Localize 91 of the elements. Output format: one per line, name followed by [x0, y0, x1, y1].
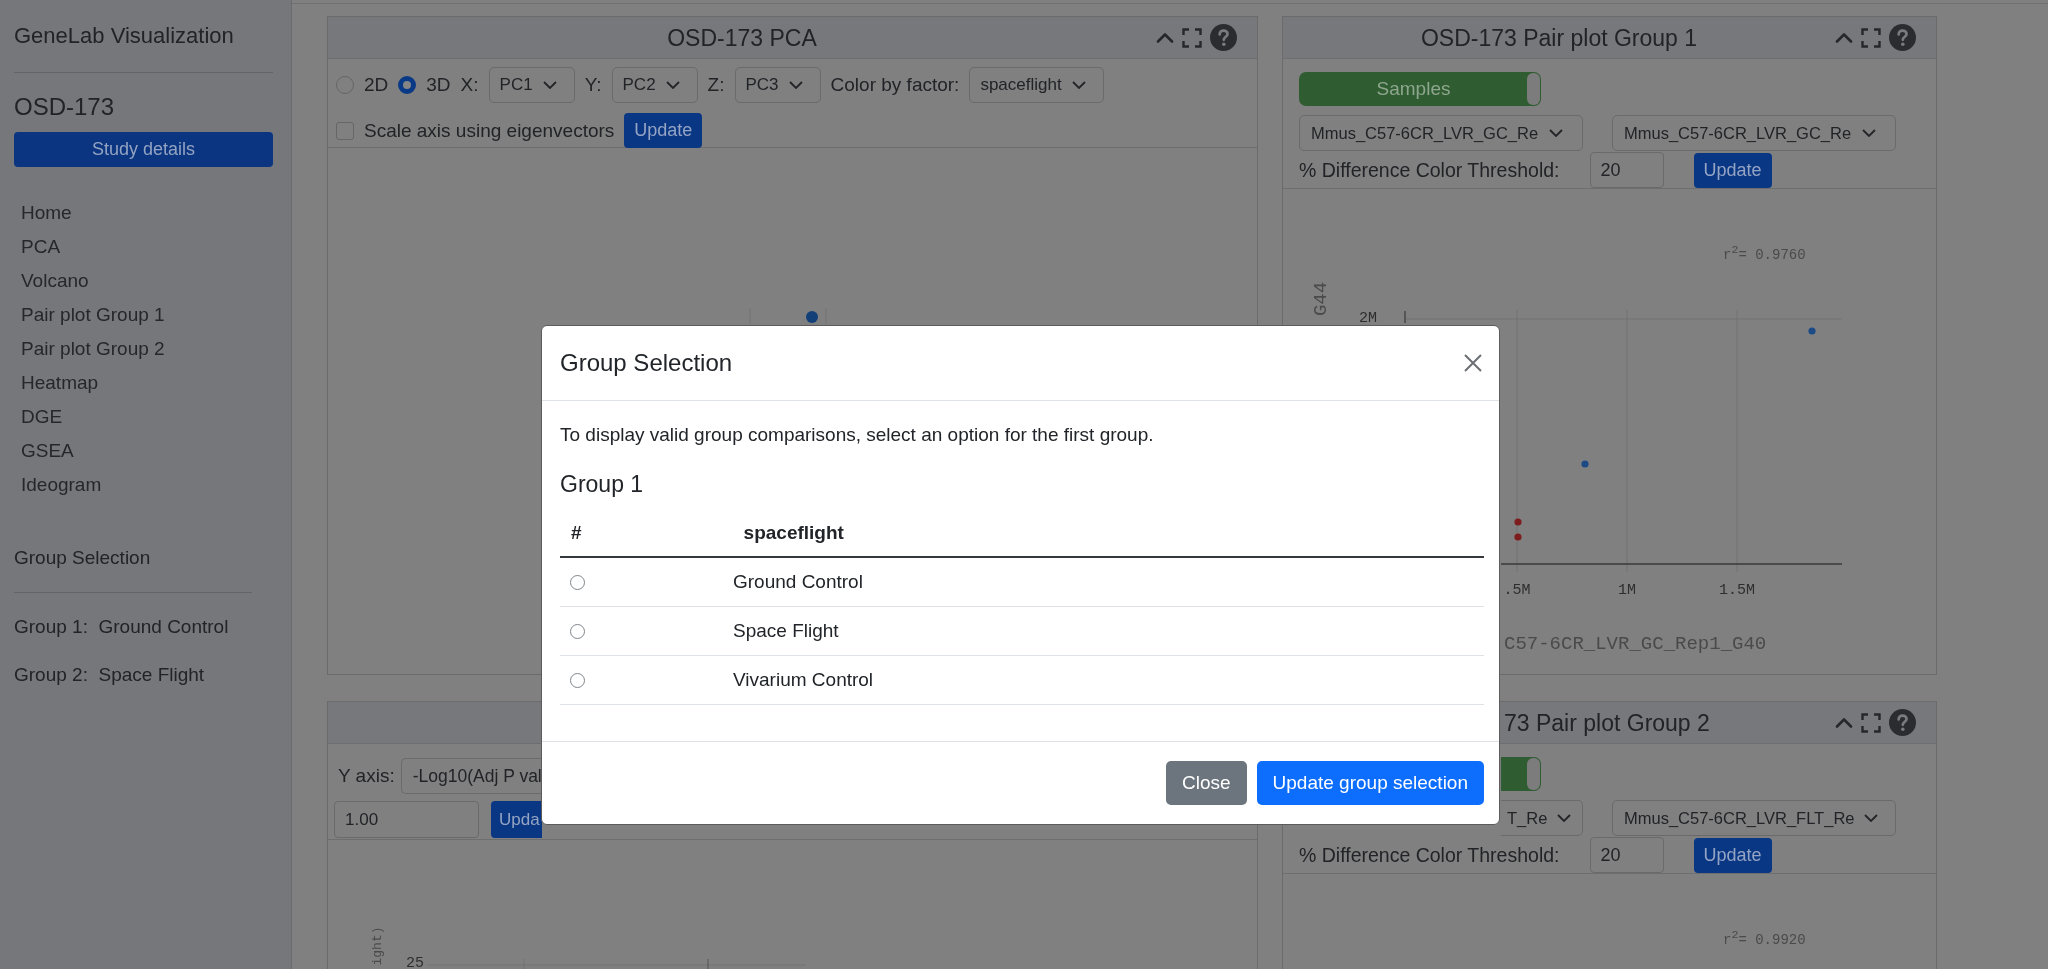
x-tick-label: 1M	[1618, 582, 1636, 600]
app-title: GeneLab Visualization	[14, 22, 234, 50]
chevron-down-icon	[1862, 129, 1876, 137]
y-axis-line	[1404, 310, 1406, 324]
chevron-down-icon	[542, 81, 557, 89]
nav-link[interactable]: Pair plot Group 2	[21, 332, 165, 366]
nav-link[interactable]: Home	[21, 196, 72, 230]
y-axis-label: Y axis:	[338, 765, 395, 787]
nav-link[interactable]: DGE	[21, 400, 63, 434]
data-point	[1514, 518, 1522, 526]
dialog-button[interactable]: Close	[1166, 761, 1247, 805]
sample-select[interactable]: Mmus_C57-6CR_LVR_GC_Re	[1612, 115, 1896, 151]
chevron-down-icon	[1549, 129, 1563, 137]
threshold-input[interactable]: 1.00	[334, 801, 479, 838]
panel-title: OSD-173 Pair plot Group 1	[1420, 23, 1698, 52]
threshold-input[interactable]: 20	[1589, 837, 1664, 873]
radio-button[interactable]	[570, 672, 585, 688]
threshold-label: % Difference Color Threshold:	[1299, 158, 1560, 182]
group-summary: Group 1: Ground Control	[14, 615, 229, 639]
help-icon[interactable]	[1889, 24, 1916, 51]
chevron-down-icon	[788, 81, 803, 89]
axis-label: Y:	[584, 74, 602, 96]
help-icon[interactable]	[1210, 24, 1237, 51]
panel-title: OSD-173 PCA	[667, 23, 817, 52]
chevron-down-icon	[665, 81, 680, 89]
axis-select[interactable]: PC3	[734, 67, 821, 103]
collapse-chevron-icon[interactable]	[1835, 717, 1853, 728]
sample-select[interactable]: Mmus_C57-6CR_LVR_GC_Re	[1299, 115, 1583, 151]
chevron-down-icon	[1557, 814, 1572, 822]
toggle-switch[interactable]: Samples	[1299, 72, 1541, 106]
dialog-title: Group Selection	[560, 349, 733, 377]
dialog-button[interactable]: Update group selection	[1256, 761, 1484, 805]
update-button[interactable]: Update	[1693, 837, 1772, 873]
threshold-input[interactable]: 20	[1589, 152, 1664, 188]
option-label: Space Flight	[733, 620, 839, 642]
sample-select[interactable]: T_Re	[1501, 800, 1583, 836]
study-id: OSD-173	[14, 92, 115, 122]
color-factor-select[interactable]: spaceflight	[969, 67, 1104, 103]
threshold-label: % Difference Color Threshold:	[1299, 843, 1560, 867]
y-tick-label: 25	[406, 955, 424, 969]
chevron-down-icon	[1864, 814, 1879, 822]
color-by-label: Color by factor:	[830, 74, 960, 96]
fullscreen-icon[interactable]	[1861, 712, 1881, 733]
data-point	[1514, 533, 1522, 541]
data-point	[1581, 460, 1589, 468]
sample-select[interactable]: Mmus_C57-6CR_LVR_FLT_Re	[1612, 800, 1896, 836]
axis-label: Z:	[707, 74, 725, 96]
column-header: #	[570, 522, 582, 544]
study-details-button[interactable]: Study details	[14, 132, 273, 167]
update-button[interactable]: Update	[624, 113, 703, 148]
group-selection-heading: Group Selection	[14, 546, 151, 570]
nav-link[interactable]: Pair plot Group 1	[21, 298, 165, 332]
radio-button[interactable]	[336, 76, 354, 94]
radio-label: 2D	[364, 74, 389, 96]
collapse-chevron-icon[interactable]	[1156, 32, 1174, 43]
column-header: spaceflight	[743, 522, 844, 544]
scatter-point	[806, 311, 818, 323]
x-tick-label: 1.5M	[1719, 582, 1755, 600]
option-label: Ground Control	[733, 571, 863, 593]
radio-button[interactable]	[398, 76, 417, 94]
checkbox-label: Scale axis using eigenvectors	[364, 119, 615, 142]
axis-label: X:	[460, 74, 479, 96]
help-icon[interactable]	[1889, 709, 1916, 736]
nav-link[interactable]: GSEA	[21, 434, 74, 468]
chevron-down-icon	[1071, 81, 1086, 89]
group-heading: Group 1	[560, 471, 644, 497]
option-label: Vivarium Control	[733, 669, 874, 691]
nav-link[interactable]: Volcano	[21, 264, 89, 298]
close-icon[interactable]	[1463, 353, 1483, 373]
radio-label: 3D	[426, 74, 451, 96]
fullscreen-icon[interactable]	[1182, 27, 1202, 48]
nav-link[interactable]: Ideogram	[21, 468, 102, 502]
x-tick-label: .5M	[1503, 582, 1531, 600]
axis-select[interactable]: PC1	[488, 67, 575, 103]
update-button[interactable]: Update	[1693, 152, 1772, 188]
collapse-chevron-icon[interactable]	[1835, 32, 1853, 43]
update-button[interactable]: Upda	[491, 801, 542, 838]
nav-link[interactable]: Heatmap	[21, 366, 99, 400]
radio-button[interactable]	[570, 574, 585, 590]
radio-button[interactable]	[570, 623, 585, 639]
data-point	[1808, 327, 1816, 335]
dialog-instruction: To display valid group comparisons, select an option for the first group.	[560, 423, 1154, 447]
group-summary: Group 2: Space Flight	[14, 663, 205, 687]
nav-link[interactable]: PCA	[21, 230, 61, 264]
y-tick-label: 2M	[1359, 310, 1377, 328]
y-axis-select[interactable]: -Log10(Adj P val	[400, 758, 542, 794]
checkbox[interactable]	[336, 121, 354, 140]
fullscreen-icon[interactable]	[1861, 27, 1881, 48]
axis-select[interactable]: PC2	[611, 67, 698, 103]
toggle-switch[interactable]	[1501, 757, 1541, 791]
panel-title: 73 Pair plot Group 2	[1504, 708, 1710, 737]
